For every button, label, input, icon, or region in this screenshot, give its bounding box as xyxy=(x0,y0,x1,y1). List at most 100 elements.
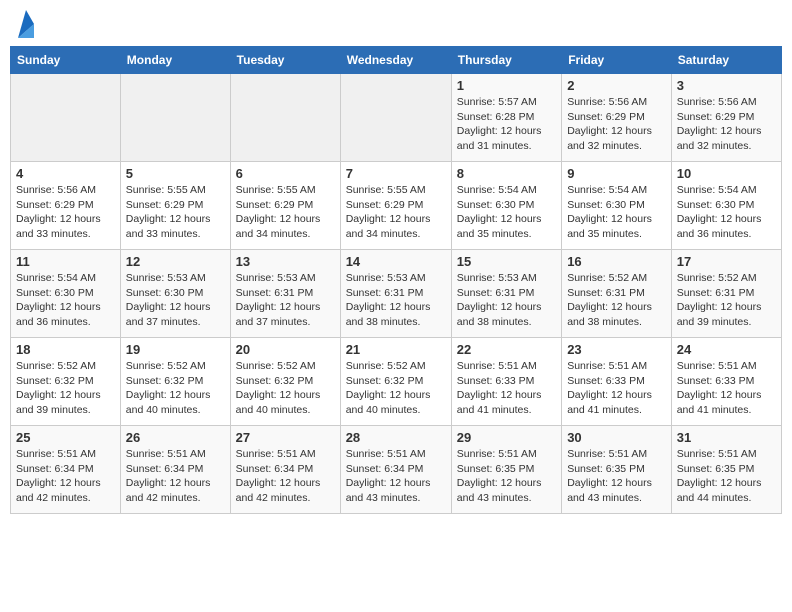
day-info: Sunrise: 5:51 AM Sunset: 6:35 PM Dayligh… xyxy=(677,447,776,506)
day-number: 12 xyxy=(126,254,225,269)
day-info: Sunrise: 5:53 AM Sunset: 6:30 PM Dayligh… xyxy=(126,271,225,330)
day-number: 30 xyxy=(567,430,666,445)
calendar-cell: 20 Sunrise: 5:52 AM Sunset: 6:32 PM Dayli… xyxy=(230,338,340,426)
calendar-cell: 3 Sunrise: 5:56 AM Sunset: 6:29 PM Daylig… xyxy=(671,74,781,162)
calendar-day-header: Friday xyxy=(562,47,672,74)
day-number: 27 xyxy=(236,430,335,445)
calendar-cell xyxy=(340,74,451,162)
calendar-week-row: 4 Sunrise: 5:56 AM Sunset: 6:29 PM Daylig… xyxy=(11,162,782,250)
day-info: Sunrise: 5:53 AM Sunset: 6:31 PM Dayligh… xyxy=(236,271,335,330)
calendar-day-header: Tuesday xyxy=(230,47,340,74)
calendar-cell: 10 Sunrise: 5:54 AM Sunset: 6:30 PM Dayli… xyxy=(671,162,781,250)
day-number: 6 xyxy=(236,166,335,181)
day-number: 23 xyxy=(567,342,666,357)
day-info: Sunrise: 5:52 AM Sunset: 6:32 PM Dayligh… xyxy=(16,359,115,418)
day-number: 4 xyxy=(16,166,115,181)
day-number: 2 xyxy=(567,78,666,93)
day-number: 18 xyxy=(16,342,115,357)
calendar-cell: 27 Sunrise: 5:51 AM Sunset: 6:34 PM Dayli… xyxy=(230,426,340,514)
day-number: 7 xyxy=(346,166,446,181)
calendar-cell: 22Sunrise: 5:51 AM Sunset: 6:33 PM Dayli… xyxy=(451,338,561,426)
day-number: 5 xyxy=(126,166,225,181)
calendar-cell: 25 Sunrise: 5:51 AM Sunset: 6:34 PM Dayli… xyxy=(11,426,121,514)
calendar-cell: 13 Sunrise: 5:53 AM Sunset: 6:31 PM Dayli… xyxy=(230,250,340,338)
calendar-cell: 7 Sunrise: 5:55 AM Sunset: 6:29 PM Daylig… xyxy=(340,162,451,250)
day-number: 13 xyxy=(236,254,335,269)
day-info: Sunrise: 5:51 AM Sunset: 6:34 PM Dayligh… xyxy=(16,447,115,506)
calendar-cell: 15 Sunrise: 5:53 AM Sunset: 6:31 PM Dayli… xyxy=(451,250,561,338)
calendar-cell: 9 Sunrise: 5:54 AM Sunset: 6:30 PM Daylig… xyxy=(562,162,672,250)
day-info: Sunrise: 5:51 AM Sunset: 6:34 PM Dayligh… xyxy=(126,447,225,506)
calendar-table: SundayMondayTuesdayWednesdayThursdayFrid… xyxy=(10,46,782,514)
day-number: 25 xyxy=(16,430,115,445)
day-number: 19 xyxy=(126,342,225,357)
day-info: Sunrise: 5:57 AM Sunset: 6:28 PM Dayligh… xyxy=(457,95,556,154)
calendar-cell: 17 Sunrise: 5:52 AM Sunset: 6:31 PM Dayli… xyxy=(671,250,781,338)
calendar-cell: 11 Sunrise: 5:54 AM Sunset: 6:30 PM Dayli… xyxy=(11,250,121,338)
day-number: 11 xyxy=(16,254,115,269)
day-info: Sunrise: 5:52 AM Sunset: 6:31 PM Dayligh… xyxy=(677,271,776,330)
day-info: Sunrise: 5:54 AM Sunset: 6:30 PM Dayligh… xyxy=(457,183,556,242)
day-number: 17 xyxy=(677,254,776,269)
calendar-day-header: Sunday xyxy=(11,47,121,74)
day-number: 3 xyxy=(677,78,776,93)
page-header xyxy=(10,10,782,38)
logo xyxy=(14,10,36,38)
calendar-week-row: 18 Sunrise: 5:52 AM Sunset: 6:32 PM Dayli… xyxy=(11,338,782,426)
calendar-cell: 5 Sunrise: 5:55 AM Sunset: 6:29 PM Daylig… xyxy=(120,162,230,250)
calendar-week-row: 11 Sunrise: 5:54 AM Sunset: 6:30 PM Dayli… xyxy=(11,250,782,338)
calendar-cell xyxy=(11,74,121,162)
day-info: Sunrise: 5:55 AM Sunset: 6:29 PM Dayligh… xyxy=(126,183,225,242)
calendar-cell: 26 Sunrise: 5:51 AM Sunset: 6:34 PM Dayli… xyxy=(120,426,230,514)
day-number: 28 xyxy=(346,430,446,445)
day-number: 9 xyxy=(567,166,666,181)
calendar-cell xyxy=(230,74,340,162)
calendar-cell: 24Sunrise: 5:51 AM Sunset: 6:33 PM Dayli… xyxy=(671,338,781,426)
day-info: Sunrise: 5:56 AM Sunset: 6:29 PM Dayligh… xyxy=(677,95,776,154)
day-number: 31 xyxy=(677,430,776,445)
calendar-cell: 2 Sunrise: 5:56 AM Sunset: 6:29 PM Daylig… xyxy=(562,74,672,162)
day-info: Sunrise: 5:51 AM Sunset: 6:34 PM Dayligh… xyxy=(346,447,446,506)
day-number: 22 xyxy=(457,342,556,357)
day-number: 20 xyxy=(236,342,335,357)
day-info: Sunrise: 5:52 AM Sunset: 6:32 PM Dayligh… xyxy=(236,359,335,418)
day-info: Sunrise: 5:54 AM Sunset: 6:30 PM Dayligh… xyxy=(677,183,776,242)
day-number: 14 xyxy=(346,254,446,269)
day-info: Sunrise: 5:51 AM Sunset: 6:34 PM Dayligh… xyxy=(236,447,335,506)
calendar-week-row: 1Sunrise: 5:57 AM Sunset: 6:28 PM Daylig… xyxy=(11,74,782,162)
day-info: Sunrise: 5:53 AM Sunset: 6:31 PM Dayligh… xyxy=(457,271,556,330)
calendar-cell: 12 Sunrise: 5:53 AM Sunset: 6:30 PM Dayli… xyxy=(120,250,230,338)
day-info: Sunrise: 5:51 AM Sunset: 6:35 PM Dayligh… xyxy=(567,447,666,506)
day-info: Sunrise: 5:51 AM Sunset: 6:33 PM Dayligh… xyxy=(677,359,776,418)
day-number: 10 xyxy=(677,166,776,181)
logo-icon xyxy=(16,10,36,38)
calendar-cell: 6 Sunrise: 5:55 AM Sunset: 6:29 PM Daylig… xyxy=(230,162,340,250)
day-info: Sunrise: 5:55 AM Sunset: 6:29 PM Dayligh… xyxy=(236,183,335,242)
calendar-cell: 19 Sunrise: 5:52 AM Sunset: 6:32 PM Dayli… xyxy=(120,338,230,426)
calendar-cell: 16 Sunrise: 5:52 AM Sunset: 6:31 PM Dayli… xyxy=(562,250,672,338)
calendar-cell: 8Sunrise: 5:54 AM Sunset: 6:30 PM Daylig… xyxy=(451,162,561,250)
day-info: Sunrise: 5:54 AM Sunset: 6:30 PM Dayligh… xyxy=(16,271,115,330)
calendar-cell: 4 Sunrise: 5:56 AM Sunset: 6:29 PM Daylig… xyxy=(11,162,121,250)
day-info: Sunrise: 5:56 AM Sunset: 6:29 PM Dayligh… xyxy=(16,183,115,242)
calendar-day-header: Monday xyxy=(120,47,230,74)
calendar-cell: 23 Sunrise: 5:51 AM Sunset: 6:33 PM Dayli… xyxy=(562,338,672,426)
calendar-cell: 29Sunrise: 5:51 AM Sunset: 6:35 PM Dayli… xyxy=(451,426,561,514)
calendar-cell: 30 Sunrise: 5:51 AM Sunset: 6:35 PM Dayli… xyxy=(562,426,672,514)
calendar-week-row: 25 Sunrise: 5:51 AM Sunset: 6:34 PM Dayli… xyxy=(11,426,782,514)
day-info: Sunrise: 5:56 AM Sunset: 6:29 PM Dayligh… xyxy=(567,95,666,154)
calendar-cell: 1Sunrise: 5:57 AM Sunset: 6:28 PM Daylig… xyxy=(451,74,561,162)
day-info: Sunrise: 5:55 AM Sunset: 6:29 PM Dayligh… xyxy=(346,183,446,242)
calendar-day-header: Wednesday xyxy=(340,47,451,74)
calendar-header-row: SundayMondayTuesdayWednesdayThursdayFrid… xyxy=(11,47,782,74)
day-info: Sunrise: 5:53 AM Sunset: 6:31 PM Dayligh… xyxy=(346,271,446,330)
day-number: 15 xyxy=(457,254,556,269)
day-number: 16 xyxy=(567,254,666,269)
day-info: Sunrise: 5:51 AM Sunset: 6:33 PM Dayligh… xyxy=(567,359,666,418)
day-info: Sunrise: 5:54 AM Sunset: 6:30 PM Dayligh… xyxy=(567,183,666,242)
day-info: Sunrise: 5:52 AM Sunset: 6:32 PM Dayligh… xyxy=(346,359,446,418)
day-info: Sunrise: 5:52 AM Sunset: 6:31 PM Dayligh… xyxy=(567,271,666,330)
calendar-cell: 31 Sunrise: 5:51 AM Sunset: 6:35 PM Dayli… xyxy=(671,426,781,514)
day-number: 26 xyxy=(126,430,225,445)
day-info: Sunrise: 5:52 AM Sunset: 6:32 PM Dayligh… xyxy=(126,359,225,418)
